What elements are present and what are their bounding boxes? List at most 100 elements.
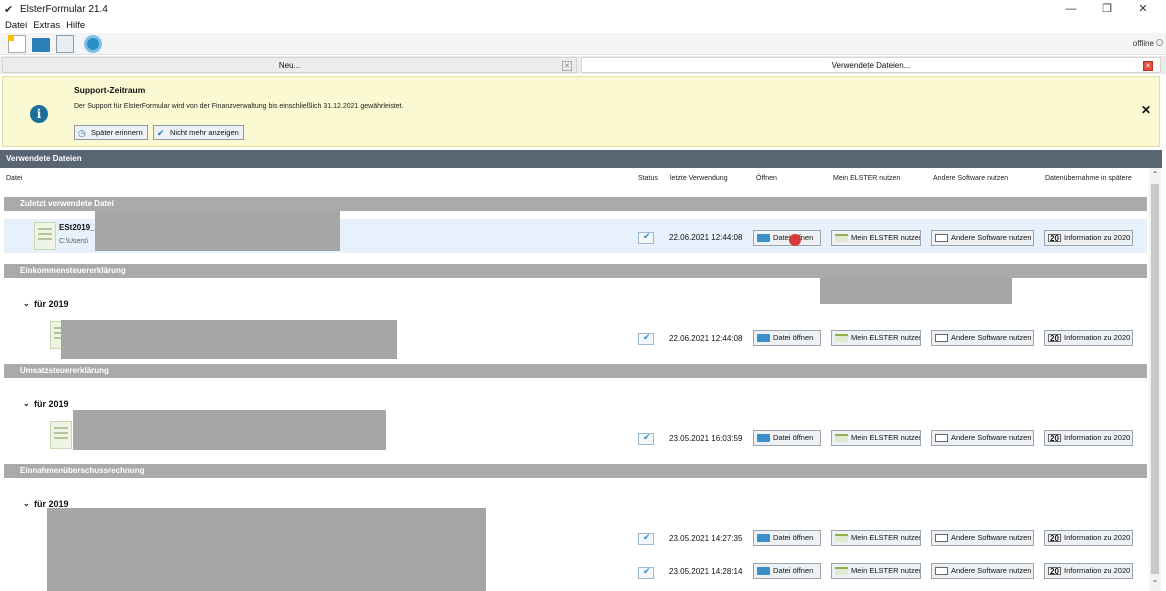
other-software-button[interactable]: Andere Software nutzen (931, 530, 1034, 546)
menu-datei[interactable]: Datei (5, 20, 27, 31)
elster-logo-icon: ✔ (4, 3, 14, 16)
folder-icon (757, 567, 770, 575)
close-window-button[interactable]: ✕ (1126, 0, 1160, 18)
remind-later-label: Später erinnern (91, 128, 143, 137)
minimize-button[interactable]: — (1054, 0, 1088, 18)
column-other-software[interactable]: Andere Software nutzen (933, 175, 1008, 182)
last-used-date: 23.05.2021 14:28:14 (669, 567, 743, 576)
tab-neu-label: Neu... (278, 61, 301, 70)
mein-elster-button[interactable]: Mein ELSTER nutzen (831, 330, 921, 346)
table-row[interactable]: 23.05.2021 14:27:35 Datei öffnen Mein EL… (4, 521, 1147, 555)
scrollbar-thumb[interactable] (1151, 184, 1159, 574)
status-check-icon (638, 332, 654, 345)
other-software-label: Andere Software nutzen (951, 533, 1032, 542)
open-file-button[interactable]: Datei öffnen (753, 530, 821, 546)
year-group-2019[interactable]: ⌄ für 2019 (20, 299, 69, 309)
mein-elster-label: Mein ELSTER nutzen (851, 433, 921, 442)
chevron-down-icon: ⌄ (23, 399, 30, 408)
menu-hilfe[interactable]: Hilfe (66, 20, 85, 31)
tab-verwendete-close-icon[interactable]: ✕ (1143, 61, 1153, 71)
list-icon[interactable] (56, 35, 74, 53)
status-check-icon (638, 231, 654, 244)
mein-elster-button[interactable]: Mein ELSTER nutzen (831, 563, 921, 579)
title-bar: ✔ ElsterFormular 21.4 — ❐ ✕ (0, 0, 1166, 18)
table-row[interactable]: 22.06.2021 12:44:08 Datei öffnen Mein EL… (4, 320, 1147, 359)
open-folder-icon[interactable] (32, 38, 50, 52)
mein-elster-button[interactable]: Mein ELSTER nutzen (831, 230, 921, 246)
group-recent-label: Zuletzt verwendete Datei (20, 199, 114, 208)
mein-elster-button[interactable]: Mein ELSTER nutzen (831, 430, 921, 446)
menu-extras[interactable]: Extras (33, 20, 60, 31)
elster-icon (835, 334, 848, 342)
banner-text: Der Support für ElsterFormular wird von … (74, 103, 404, 110)
group-recent[interactable]: Zuletzt verwendete Datei (4, 197, 1147, 211)
column-elster[interactable]: Mein ELSTER nutzen (833, 175, 900, 182)
elster-icon (835, 434, 848, 442)
status-check-icon (638, 566, 654, 579)
info-2020-label: Information zu 2020 (1064, 533, 1131, 542)
scroll-down-icon[interactable]: ⌄ (1150, 575, 1160, 584)
open-file-label: Datei öffnen (773, 433, 814, 442)
dont-show-again-button[interactable]: ✔ Nicht mehr anzeigen (153, 125, 244, 140)
mein-elster-button[interactable]: Mein ELSTER nutzen (831, 530, 921, 546)
other-software-label: Andere Software nutzen (951, 333, 1032, 342)
other-software-button[interactable]: Andere Software nutzen (931, 230, 1034, 246)
table-row[interactable]: 23.05.2021 14:28:14 Datei öffnen Mein EL… (4, 555, 1147, 589)
tab-neu[interactable]: Neu... ✕ (2, 57, 577, 73)
group-einnahmenueberschuss[interactable]: Einnahmenüberschussrechnung (4, 464, 1147, 478)
group-einkommensteuer[interactable]: Einkommensteuererklärung (4, 264, 1147, 278)
calendar-20-icon: 20 (1048, 567, 1061, 576)
redacted-area (820, 278, 1012, 304)
info-2020-button[interactable]: 20 Information zu 2020 (1044, 330, 1133, 346)
column-last-used[interactable]: letzte Verwendung (670, 175, 728, 182)
banner-close-icon[interactable]: ✕ (1141, 103, 1151, 117)
tab-verwendete-label: Verwendete Dateien... (831, 61, 911, 70)
export-arrow-icon (935, 234, 948, 242)
table-row[interactable]: ESt2019_ C:\Users\ 22.06.2021 12:44:08 D… (4, 211, 1147, 253)
tab-verwendete-dateien[interactable]: Verwendete Dateien... ✕ (581, 57, 1161, 73)
calendar-20-icon: 20 (1048, 434, 1061, 443)
check-icon: ✔ (157, 128, 165, 138)
open-file-label: Datei öffnen (773, 533, 814, 542)
other-software-label: Andere Software nutzen (951, 233, 1032, 242)
scroll-up-icon[interactable]: ⌃ (1150, 170, 1160, 179)
vertical-scrollbar[interactable]: ⌃ ⌄ (1149, 168, 1161, 591)
restore-button[interactable]: ❐ (1090, 0, 1124, 18)
export-arrow-icon (935, 567, 948, 575)
folder-icon (757, 434, 770, 442)
info-icon: i (30, 105, 48, 123)
info-2020-button[interactable]: 20 Information zu 2020 (1044, 530, 1133, 546)
table-row[interactable]: 23.05.2021 16:03:59 Datei öffnen Mein EL… (4, 410, 1147, 455)
status-check-icon (638, 532, 654, 545)
status-dot-icon (1156, 39, 1163, 46)
info-2020-button[interactable]: 20 Information zu 2020 (1044, 430, 1133, 446)
refresh-icon[interactable] (84, 35, 102, 53)
column-open[interactable]: Öffnen (756, 175, 777, 182)
column-transfer[interactable]: Datenübernahme in spätere (1045, 175, 1132, 182)
column-status[interactable]: Status (638, 175, 658, 182)
info-2020-label: Information zu 2020 (1064, 233, 1131, 242)
mein-elster-label: Mein ELSTER nutzen (851, 233, 921, 242)
open-file-button[interactable]: Datei öffnen (753, 330, 821, 346)
elster-icon (835, 234, 848, 242)
tab-bar: Neu... ✕ Verwendete Dateien... ✕ (0, 56, 1166, 74)
menu-bar: Datei Extras Hilfe (0, 18, 1166, 32)
open-file-button[interactable]: Datei öffnen (753, 230, 821, 246)
info-2020-button[interactable]: 20 Information zu 2020 (1044, 230, 1133, 246)
other-software-button[interactable]: Andere Software nutzen (931, 563, 1034, 579)
year-group-2019[interactable]: ⌄ für 2019 (20, 399, 69, 409)
group-umsatzsteuer[interactable]: Umsatzsteuererklärung (4, 364, 1147, 378)
redacted-area (95, 211, 340, 251)
remind-later-button[interactable]: ◷ Später erinnern (74, 125, 148, 140)
other-software-button[interactable]: Andere Software nutzen (931, 330, 1034, 346)
column-file[interactable]: Datei (6, 175, 22, 182)
last-used-date: 22.06.2021 12:44:08 (669, 233, 743, 242)
tab-neu-close-icon[interactable]: ✕ (562, 61, 572, 71)
support-banner: i Support-Zeitraum Der Support für Elste… (2, 76, 1160, 147)
open-file-button[interactable]: Datei öffnen (753, 430, 821, 446)
chevron-down-icon: ⌄ (23, 499, 30, 508)
other-software-button[interactable]: Andere Software nutzen (931, 430, 1034, 446)
mouse-cursor-icon (789, 234, 801, 246)
info-2020-button[interactable]: 20 Information zu 2020 (1044, 563, 1133, 579)
open-file-button[interactable]: Datei öffnen (753, 563, 821, 579)
